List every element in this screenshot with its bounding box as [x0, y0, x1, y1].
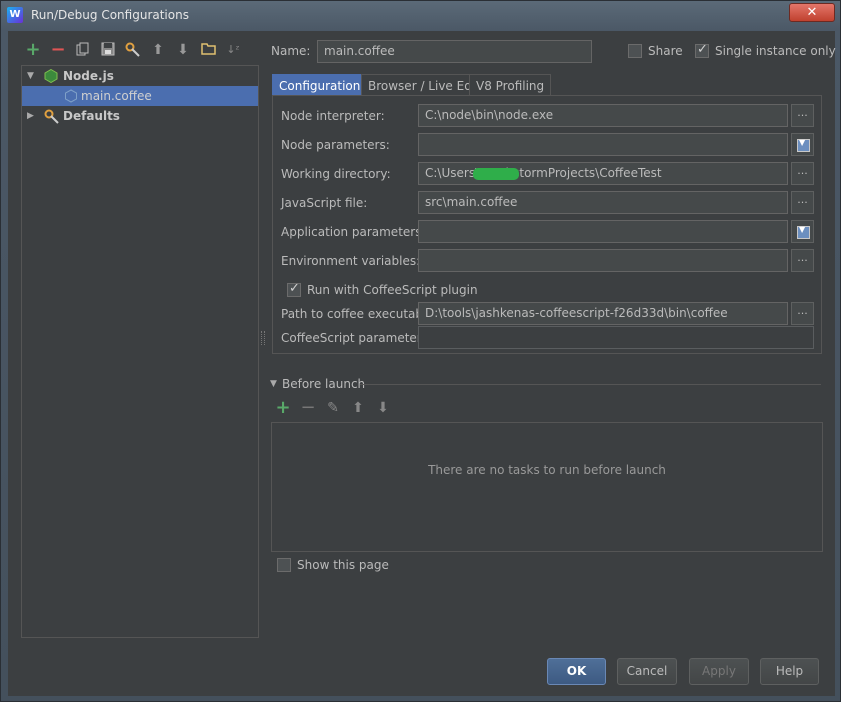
expand-arrow-icon[interactable]: ▼ — [27, 66, 34, 86]
coffeescript-parameters-input[interactable] — [418, 326, 814, 349]
redaction-mark — [473, 168, 519, 180]
sort-icon[interactable]: ↓ᶻ — [225, 42, 241, 58]
edit-environment-variables-button[interactable]: ... — [791, 249, 814, 272]
javascript-file-label: JavaScript file: — [281, 196, 368, 210]
cancel-button[interactable]: Cancel — [617, 658, 677, 685]
coffee-path-input[interactable]: D:\tools\jashkenas-coffeescript-f26d33d\… — [418, 302, 788, 325]
move-down-icon[interactable]: ⬇ — [175, 42, 191, 58]
move-task-down-icon[interactable]: ⬇ — [375, 400, 391, 416]
save-icon[interactable] — [100, 42, 116, 58]
title-bar: W Run/Debug Configurations ✕ — [1, 1, 841, 31]
show-this-page-label: Show this page — [297, 558, 389, 572]
node-interpreter-label: Node interpreter: — [281, 109, 385, 123]
apply-button[interactable]: Apply — [689, 658, 749, 685]
close-window-button[interactable]: ✕ — [789, 3, 835, 22]
configuration-panel: Node interpreter: C:\node\bin\node.exe .… — [272, 95, 822, 354]
run-coffeescript-checkbox[interactable] — [287, 281, 301, 297]
browse-working-directory-button[interactable]: ... — [791, 162, 814, 185]
coffee-path-label: Path to coffee executable: — [281, 307, 438, 321]
node-interpreter-input[interactable]: C:\node\bin\node.exe — [418, 104, 788, 127]
move-up-icon[interactable]: ⬆ — [150, 42, 166, 58]
application-parameters-input[interactable] — [418, 220, 788, 243]
window-frame: W Run/Debug Configurations ✕ + − ⬆ ⬇ ↓ᶻ … — [0, 0, 841, 702]
tree-item-label: Node.js — [63, 69, 114, 83]
tab-configuration[interactable]: Configuration — [272, 74, 368, 97]
name-label: Name: — [271, 44, 311, 58]
remove-task-icon[interactable]: − — [300, 399, 316, 417]
browse-javascript-file-button[interactable]: ... — [791, 191, 814, 214]
single-instance-label: Single instance only — [715, 44, 836, 58]
name-input[interactable]: main.coffee — [317, 40, 592, 63]
javascript-file-input[interactable]: src\main.coffee — [418, 191, 788, 214]
tree-item-defaults[interactable]: ▶ Defaults — [22, 106, 258, 126]
tree-item-label: main.coffee — [81, 89, 152, 103]
application-parameters-label: Application parameters: — [281, 225, 426, 239]
node-parameters-input[interactable] — [418, 133, 788, 156]
before-launch-collapse-icon[interactable]: ▼ — [270, 379, 277, 389]
show-this-page-checkbox[interactable] — [277, 558, 291, 572]
configurations-tree: ▼ Node.js main.coffee ▶ Defaults — [21, 65, 259, 638]
copy-icon[interactable] — [75, 42, 91, 58]
share-checkbox[interactable] — [628, 44, 642, 58]
tree-item-main-coffee[interactable]: main.coffee — [22, 86, 258, 106]
single-instance-checkbox[interactable] — [695, 42, 709, 58]
ok-button[interactable]: OK — [547, 658, 606, 685]
share-label: Share — [648, 44, 683, 58]
coffeescript-parameters-label: CoffeeScript parameters: — [281, 331, 433, 345]
webstorm-app-icon: W — [7, 7, 23, 23]
browse-node-interpreter-button[interactable]: ... — [791, 104, 814, 127]
before-launch-divider — [360, 384, 821, 385]
browse-coffee-path-button[interactable]: ... — [791, 302, 814, 325]
working-directory-input[interactable]: C:\Users\ \WebstormProjects\CoffeeTest — [418, 162, 788, 185]
defaults-wrench-icon — [44, 109, 59, 124]
remove-icon[interactable]: − — [50, 41, 66, 59]
before-launch-title[interactable]: Before launch — [282, 377, 365, 391]
environment-variables-label: Environment variables: — [281, 254, 421, 268]
run-coffeescript-label: Run with CoffeeScript plugin — [307, 283, 478, 297]
add-task-icon[interactable]: + — [275, 399, 291, 417]
edit-defaults-icon[interactable] — [125, 42, 141, 58]
edit-task-icon[interactable]: ✎ — [325, 400, 341, 416]
before-launch-task-list: There are no tasks to run before launch — [271, 422, 823, 552]
coffee-file-icon — [64, 89, 78, 103]
nodejs-icon — [44, 68, 58, 84]
tab-v8-profiling[interactable]: V8 Profiling — [469, 74, 552, 97]
expand-node-parameters-icon[interactable] — [791, 133, 814, 156]
tree-item-label: Defaults — [63, 109, 120, 123]
tree-item-nodejs[interactable]: ▼ Node.js — [22, 66, 258, 86]
working-directory-value: C:\Users\ \WebstormProjects\CoffeeTest — [425, 166, 662, 180]
no-tasks-message: There are no tasks to run before launch — [428, 463, 666, 477]
collapse-arrow-icon[interactable]: ▶ — [27, 106, 34, 126]
environment-variables-input[interactable] — [418, 249, 788, 272]
move-task-up-icon[interactable]: ⬆ — [350, 400, 366, 416]
help-button[interactable]: Help — [760, 658, 819, 685]
tab-browser-live-edit[interactable]: Browser / Live Edit — [361, 74, 487, 97]
window-title: Run/Debug Configurations — [31, 8, 189, 22]
working-directory-label: Working directory: — [281, 167, 391, 181]
add-icon[interactable]: + — [25, 41, 41, 59]
node-parameters-label: Node parameters: — [281, 138, 390, 152]
folder-icon[interactable] — [200, 42, 216, 58]
expand-application-parameters-icon[interactable] — [791, 220, 814, 243]
dialog-content: + − ⬆ ⬇ ↓ᶻ ▼ Node.js main.coffee ▶ Defau… — [8, 31, 836, 696]
panel-splitter[interactable] — [261, 331, 265, 345]
